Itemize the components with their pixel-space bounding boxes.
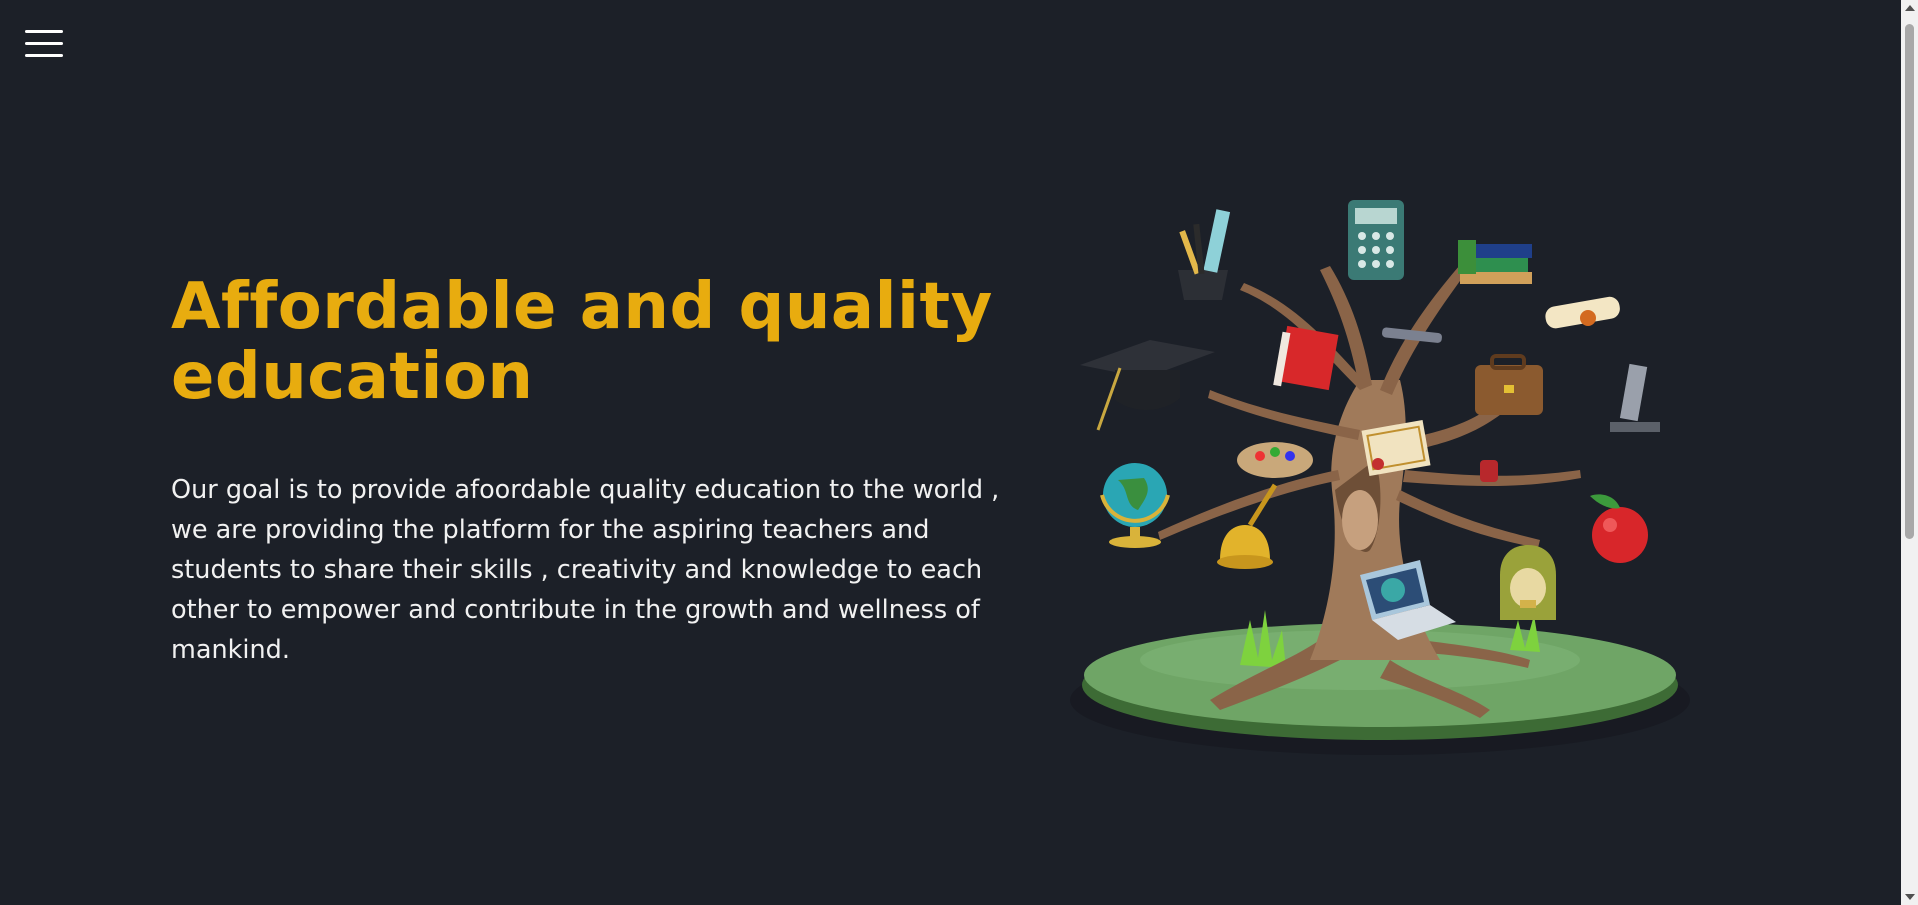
hero-title: Affordable and quality education (171, 270, 993, 414)
menu-bar (25, 30, 63, 33)
hero-description: Our goal is to provide afoordable qualit… (171, 475, 1000, 665)
page: Affordable and quality education Our goa… (0, 0, 1918, 905)
vertical-scrollbar[interactable] (1901, 0, 1918, 905)
hamburger-menu-icon[interactable] (25, 28, 65, 60)
hero-text: Affordable and quality education Our goa… (171, 272, 1001, 670)
scrollbar-thumb[interactable] (1905, 24, 1914, 539)
menu-bar (25, 54, 63, 57)
menu-bar (25, 42, 63, 45)
education-tree-illustration (1060, 190, 1720, 780)
scroll-down-arrow-icon[interactable] (1905, 894, 1915, 900)
scroll-up-arrow-icon[interactable] (1905, 5, 1915, 11)
